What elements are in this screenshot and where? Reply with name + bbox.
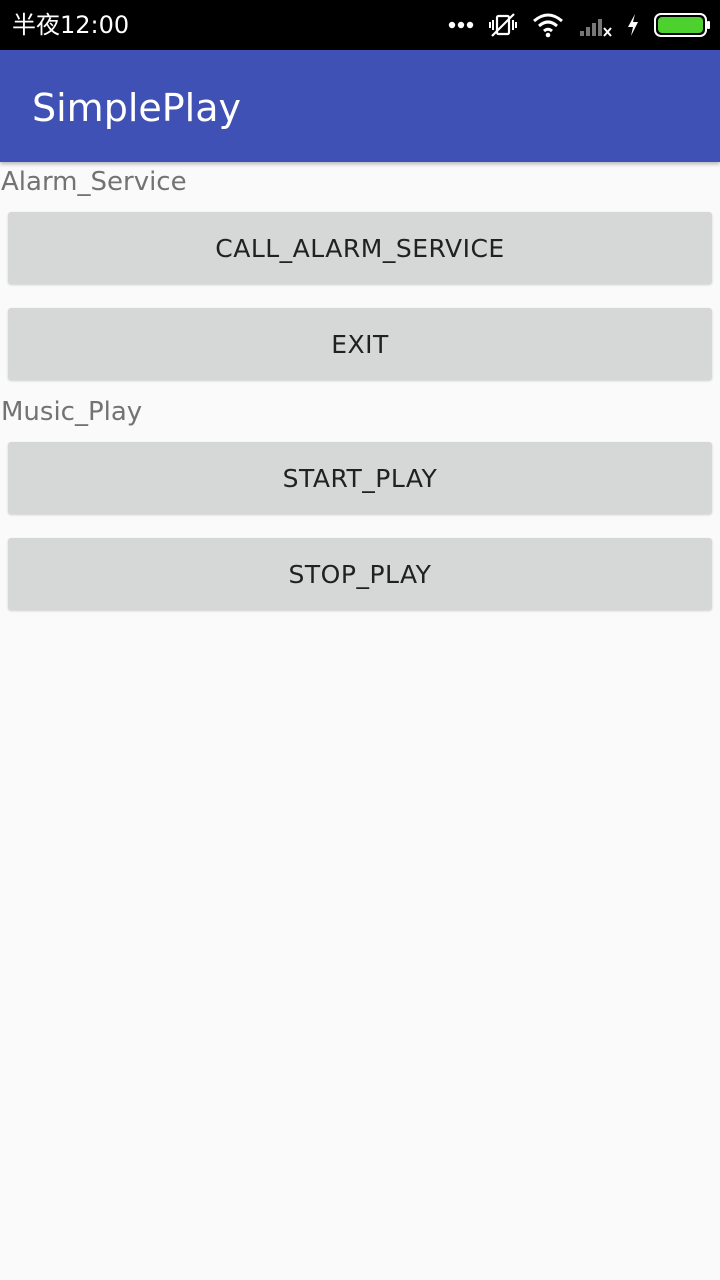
wifi-icon	[532, 12, 564, 38]
status-time: 半夜12:00	[12, 11, 130, 39]
app-bar: SimplePlay	[0, 50, 720, 162]
call-alarm-service-button[interactable]: CALL_ALARM_SERVICE	[8, 212, 712, 284]
vibrate-off-icon	[488, 11, 518, 39]
section-label-music-play: Music_Play	[1, 397, 143, 427]
status-bar: 半夜12:00	[0, 0, 720, 50]
app-title: SimplePlay	[32, 86, 241, 130]
more-dots-icon	[448, 21, 474, 29]
signal-icon	[578, 12, 612, 38]
battery-icon	[654, 13, 710, 37]
exit-button[interactable]: EXIT	[8, 308, 712, 380]
start-play-button[interactable]: START_PLAY	[8, 442, 712, 514]
section-label-alarm-service: Alarm_Service	[1, 167, 187, 197]
stop-play-button[interactable]: STOP_PLAY	[8, 538, 712, 610]
charging-icon	[626, 13, 640, 37]
status-icons	[448, 10, 710, 40]
